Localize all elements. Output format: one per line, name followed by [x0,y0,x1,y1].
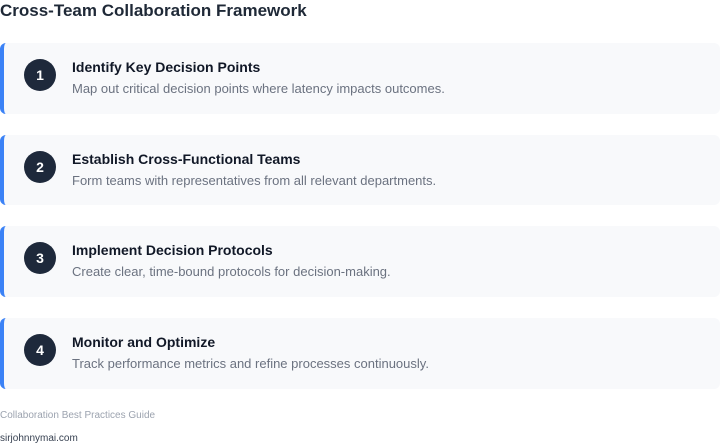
step-description: Map out critical decision points where l… [72,81,445,96]
step-title: Implement Decision Protocols [72,242,273,258]
footer-site-link[interactable]: sirjohnnymai.com [0,432,78,445]
step-title: Monitor and Optimize [72,334,216,350]
step-number-badge: 4 [24,334,56,366]
page-title: Cross-Team Collaboration Framework [0,1,307,20]
step-number-badge: 3 [24,242,56,274]
step-description: Track performance metrics and refine pro… [72,356,429,371]
step-card: 3 Implement Decision Protocols Create cl… [0,226,720,297]
step-description: Create clear, time-bound protocols for d… [72,264,391,279]
step-title: Establish Cross-Functional Teams [72,151,301,167]
footer-caption: Collaboration Best Practices Guide [0,410,156,421]
step-title: Identify Key Decision Points [72,59,261,75]
step-card: 2 Establish Cross-Functional Teams Form … [0,135,720,205]
step-card: 4 Monitor and Optimize Track performance… [0,318,720,389]
step-list: 1 Identify Key Decision Points Map out c… [0,43,720,410]
step-number-badge: 1 [24,59,56,91]
step-card: 1 Identify Key Decision Points Map out c… [0,43,720,114]
step-description: Form teams with representatives from all… [72,173,437,188]
step-number-badge: 2 [24,151,56,183]
